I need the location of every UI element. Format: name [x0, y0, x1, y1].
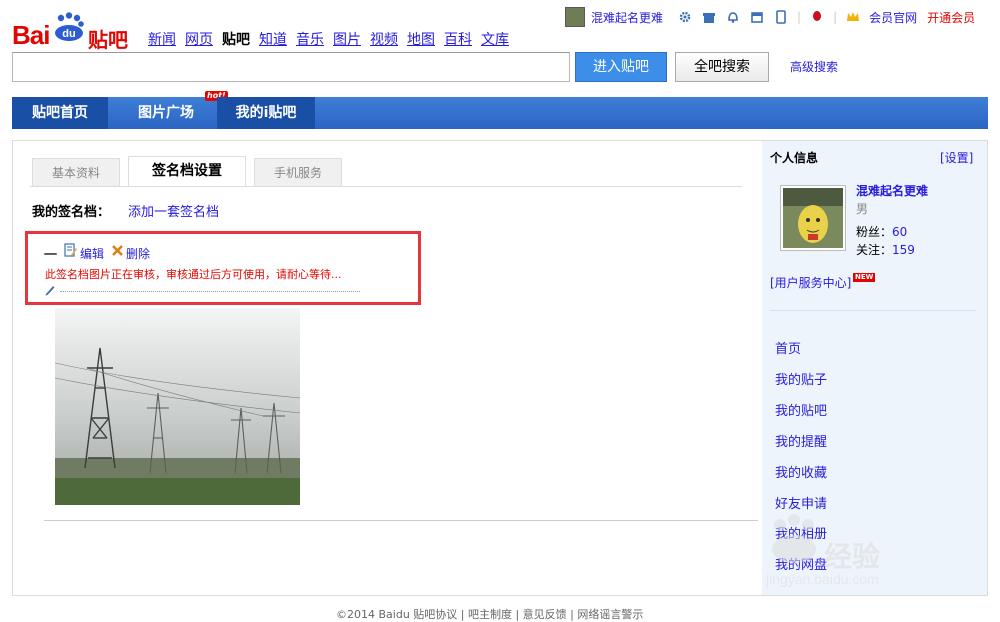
user-service-center-link[interactable]: [用户服务中心] — [770, 274, 851, 291]
watermark-text: 经验 — [824, 541, 881, 572]
logo-text-tieba: 贴吧 — [88, 28, 128, 52]
delete-icon[interactable] — [111, 244, 124, 257]
sidebar-item-my-reminders[interactable]: 我的提醒 — [775, 431, 827, 450]
top-nav-video[interactable]: 视频 — [370, 29, 398, 49]
signature-image-power-towers — [55, 308, 300, 505]
store-icon[interactable] — [750, 10, 764, 24]
profile-title: 个人信息 — [770, 151, 819, 165]
tab-signature-settings[interactable]: 签名档设置 — [128, 156, 246, 187]
sidebar-item-home[interactable]: 首页 — [775, 338, 801, 357]
search-input[interactable] — [12, 52, 570, 82]
sidebar-item-my-posts[interactable]: 我的贴子 — [775, 369, 827, 388]
gear-icon[interactable] — [678, 10, 692, 24]
top-nav-baike[interactable]: 百科 — [444, 29, 472, 49]
sidebar-item-my-tieba[interactable]: 我的贴吧 — [775, 400, 827, 419]
search-all-button[interactable]: 全吧搜索 — [675, 52, 769, 82]
user-avatar-small[interactable] — [565, 7, 585, 27]
mobile-icon[interactable] — [774, 10, 788, 24]
top-nav-zhidao[interactable]: 知道 — [259, 29, 287, 49]
follow-label: 关注： — [856, 243, 893, 257]
baidu-jingyan-watermark: 经验 jingyan.baidu.com — [756, 505, 996, 605]
user-bar: 混难起名更难 | | 会员官网 开通会员 — [565, 6, 975, 28]
review-pending-message: 此签名档图片正在审核，审核通过后方可使用，请耐心等待... — [45, 268, 342, 281]
add-signature-link[interactable]: 添加一套签名档 — [128, 201, 219, 220]
sidebar-divider — [770, 310, 976, 311]
top-nav-news[interactable]: 新闻 — [148, 29, 176, 49]
top-nav-web[interactable]: 网页 — [185, 29, 213, 49]
profile-username[interactable]: 混难起名更难 — [856, 182, 928, 199]
dotted-divider — [60, 291, 360, 292]
advanced-search-link[interactable]: 高级搜索 — [790, 58, 838, 75]
paw-icon: du — [55, 12, 84, 41]
nav-tieba-home[interactable]: 贴吧首页 — [12, 97, 108, 129]
avatar-image — [783, 188, 843, 248]
username-link[interactable]: 混难起名更难 — [591, 9, 663, 26]
footer-links[interactable]: ©2014 Baidu 贴吧协议 | 吧主制度 | 意见反馈 | 网络谣言警示 — [336, 606, 643, 622]
avatar[interactable] — [780, 185, 846, 251]
bell-icon[interactable] — [726, 10, 740, 24]
edit-signature-link[interactable]: 编辑 — [80, 245, 104, 262]
profile-gender: 男 — [856, 202, 869, 216]
main-nav-bar: 贴吧首页 图片广场 hot! 我的i贴吧 — [12, 91, 988, 129]
tab-mobile-service[interactable]: 手机服务 — [254, 158, 342, 186]
logo-text-du: du — [62, 28, 75, 40]
sidebar-item-my-favorites[interactable]: 我的收藏 — [775, 462, 827, 481]
vip-crown-icon — [847, 12, 860, 21]
top-navigation: 新闻 网页 贴吧 知道 音乐 图片 视频 地图 百科 文库 — [148, 29, 518, 49]
top-nav-map[interactable]: 地图 — [407, 29, 435, 49]
new-badge: NEW — [853, 273, 876, 282]
separator: | — [797, 10, 802, 24]
delete-signature-link[interactable]: 删除 — [126, 245, 150, 262]
gift-icon[interactable] — [702, 10, 716, 24]
enter-tieba-button[interactable]: 进入贴吧 — [575, 52, 667, 82]
profile-fans: 粉丝：60 — [856, 223, 907, 240]
balloon-icon[interactable] — [810, 10, 824, 24]
top-nav-wenku[interactable]: 文库 — [481, 29, 509, 49]
follow-count[interactable]: 159 — [892, 243, 915, 257]
watermark-url: jingyan.baidu.com — [766, 571, 879, 587]
pencil-icon — [45, 286, 55, 296]
my-signature-label: 我的签名档： — [32, 205, 111, 220]
nav-picture-square[interactable]: 图片广场 — [116, 97, 216, 129]
top-nav-images[interactable]: 图片 — [333, 29, 361, 49]
tab-basic-info[interactable]: 基本资料 — [32, 158, 120, 186]
profile-settings-link[interactable]: [设置] — [940, 149, 973, 166]
logo-text-bai: Bai — [12, 20, 50, 50]
fans-count[interactable]: 60 — [892, 225, 907, 239]
edit-icon[interactable] — [64, 243, 77, 258]
top-nav-music[interactable]: 音乐 — [296, 29, 324, 49]
signature-index: 一 — [44, 248, 58, 263]
open-vip-link[interactable]: 开通会员 — [927, 9, 975, 26]
top-nav-tieba: 贴吧 — [222, 32, 250, 48]
baidu-logo[interactable]: Bai du 贴吧 — [12, 8, 132, 52]
nav-my-tieba[interactable]: 我的i贴吧 — [217, 97, 315, 129]
vip-site-link[interactable]: 会员官网 — [869, 9, 917, 26]
fans-label: 粉丝： — [856, 225, 893, 239]
content-divider — [44, 520, 758, 521]
tab-divider — [30, 186, 742, 187]
watermark-paw-icon — [772, 514, 816, 563]
separator: | — [833, 10, 838, 24]
profile-following: 关注：159 — [856, 241, 915, 258]
